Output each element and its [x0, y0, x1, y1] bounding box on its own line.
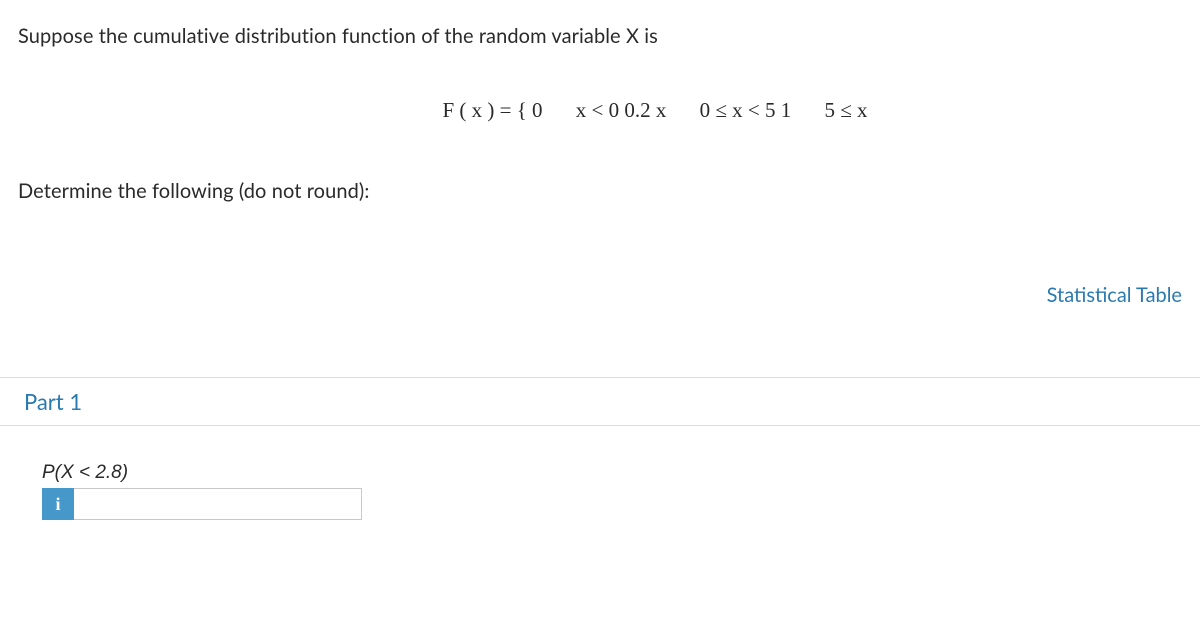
- info-icon[interactable]: i: [42, 488, 74, 520]
- formula-piece-3: 5 ≤ x: [825, 98, 868, 122]
- answer-input[interactable]: [74, 488, 362, 520]
- determine-text: Determine the following (do not round):: [18, 179, 1182, 203]
- part-title: Part 1: [24, 388, 82, 415]
- part-header: Part 1: [0, 377, 1200, 426]
- intro-text: Suppose the cumulative distribution func…: [18, 24, 1182, 48]
- cdf-formula: F ( x ) = { 0 x < 0 0.2 x 0 ≤ x < 5 1 5 …: [18, 98, 1182, 123]
- probability-label: P(X < 2.8): [42, 462, 1182, 484]
- formula-piece-2: 0 ≤ x < 5 1: [700, 98, 792, 122]
- formula-lhs: F ( x ) = { 0: [442, 98, 542, 122]
- statistical-table-link[interactable]: Statistical Table: [1047, 283, 1182, 307]
- answer-input-group: i: [42, 488, 362, 520]
- formula-piece-1: x < 0 0.2 x: [576, 98, 667, 122]
